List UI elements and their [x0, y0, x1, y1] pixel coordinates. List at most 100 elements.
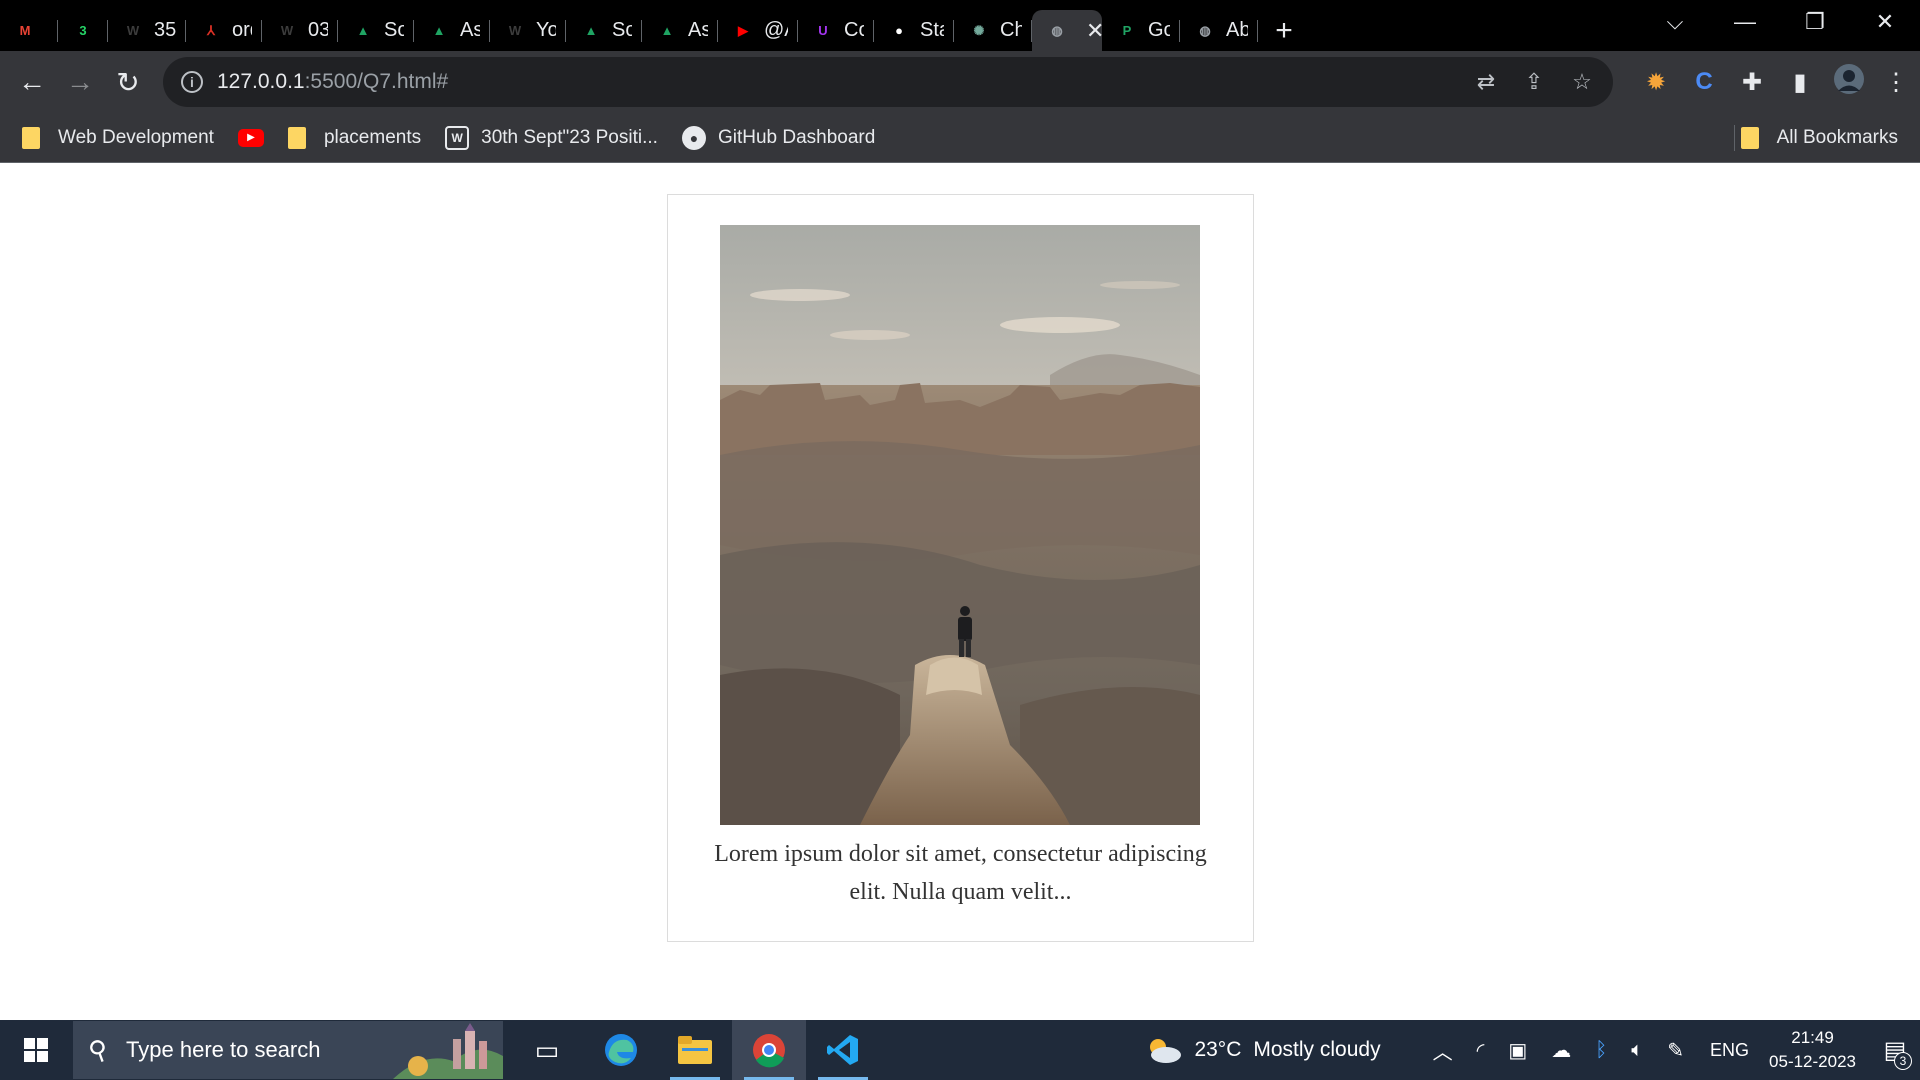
- tab-search-chevron-icon[interactable]: ⌵: [1640, 0, 1710, 44]
- folder-icon: [1740, 127, 1759, 149]
- bookmark-web-development[interactable]: Web Development: [22, 126, 214, 149]
- translate-icon[interactable]: ⇄: [1473, 69, 1499, 95]
- bookmark-github-dashboard[interactable]: ● GitHub Dashboard: [681, 125, 875, 150]
- browser-tab[interactable]: ▲ Sol: [566, 10, 642, 51]
- clock-date: 05-12-2023: [1769, 1052, 1856, 1071]
- address-bar[interactable]: i 127.0.0.1:5500/Q7.html# ⇄ ⇪ ☆: [163, 57, 1613, 107]
- bluetooth-icon[interactable]: ᛒ: [1595, 1039, 1607, 1062]
- bookmark-divider: [1734, 125, 1735, 151]
- weather-temperature: 23°C: [1194, 1038, 1242, 1061]
- image-card: Lorem ipsum dolor sit amet, consectetur …: [667, 194, 1254, 942]
- volume-icon[interactable]: 🔈︎: [1631, 1039, 1643, 1062]
- browser-tab[interactable]: P Goo: [1102, 10, 1180, 51]
- file-explorer-icon[interactable]: [658, 1020, 732, 1080]
- tab-title: Sol: [384, 19, 404, 41]
- task-view-icon[interactable]: ▭: [510, 1020, 584, 1080]
- bookmark-placements[interactable]: placements: [287, 126, 421, 149]
- forward-button[interactable]: →: [56, 58, 104, 106]
- tab-title: Assi: [460, 19, 480, 41]
- browser-tab[interactable]: ◍ ✕: [1032, 10, 1102, 51]
- share-icon[interactable]: ⇪: [1521, 69, 1547, 95]
- browser-tab[interactable]: ● Star: [874, 10, 954, 51]
- vscode-icon[interactable]: [806, 1020, 880, 1080]
- tab-title: Star: [920, 19, 944, 41]
- tab-title: Cou: [844, 19, 864, 41]
- site-info-icon[interactable]: i: [181, 71, 203, 93]
- search-placeholder: Type here to search: [126, 1037, 321, 1062]
- browser-tab[interactable]: W 03rc: [262, 10, 338, 51]
- wordpress-icon: W: [508, 23, 522, 38]
- start-button[interactable]: [0, 1020, 72, 1080]
- restore-button[interactable]: ❐: [1780, 0, 1850, 44]
- wordpress-icon: W: [126, 23, 140, 38]
- weather-condition: Mostly cloudy: [1253, 1038, 1381, 1061]
- browser-tab[interactable]: U Cou: [798, 10, 874, 51]
- menu-kebab-icon[interactable]: ⋮: [1882, 68, 1910, 97]
- back-button[interactable]: ←: [8, 58, 56, 106]
- all-bookmarks[interactable]: All Bookmarks: [1740, 113, 1898, 163]
- extension-c-icon[interactable]: C: [1690, 68, 1718, 96]
- browser-tab[interactable]: ▶ @A: [718, 10, 798, 51]
- globe-icon: ◍: [1051, 22, 1063, 38]
- tab-title: Abo: [1226, 19, 1248, 41]
- browser-tab[interactable]: ✺ Cha: [954, 10, 1032, 51]
- chrome-icon[interactable]: [732, 1020, 806, 1080]
- browser-tab[interactable]: ▲ Assi: [642, 10, 718, 51]
- browser-tab[interactable]: 3: [58, 10, 108, 51]
- youtube-icon: ▶: [237, 128, 264, 147]
- edge-browser-icon[interactable]: [584, 1020, 658, 1080]
- browser-toolbar: ← → ↻ i 127.0.0.1:5500/Q7.html# ⇄ ⇪ ☆ ✹ …: [0, 51, 1920, 113]
- browser-tab[interactable]: ◍ Abo: [1180, 10, 1258, 51]
- extensions-puzzle-icon[interactable]: ✚: [1738, 68, 1766, 97]
- clock-time: 21:49: [1791, 1028, 1834, 1047]
- window-controls: ⌵ — ❐ ✕: [1640, 0, 1920, 51]
- chatgpt-icon: ✺: [973, 22, 985, 38]
- google-drive-icon: ▲: [584, 23, 598, 38]
- minimize-button[interactable]: —: [1710, 0, 1780, 44]
- google-drive-icon: ▲: [660, 23, 674, 38]
- tab-title: 350: [154, 19, 176, 41]
- bookmark-positions[interactable]: W 30th Sept"23 Positi...: [445, 125, 658, 150]
- taskbar-search-box[interactable]: ⚲ Type here to search: [73, 1021, 503, 1079]
- wordpress-icon: W: [280, 23, 294, 38]
- windows-logo-icon: [24, 1038, 48, 1062]
- pen-icon[interactable]: ✎: [1667, 1038, 1684, 1063]
- gmail-icon: M: [19, 23, 31, 38]
- pdf-icon: ⅄: [207, 22, 215, 38]
- browser-tab[interactable]: W You: [490, 10, 566, 51]
- browser-tab[interactable]: ▲ Assi: [414, 10, 490, 51]
- browser-tab[interactable]: ⅄ orde: [186, 10, 262, 51]
- windows-taskbar: ⚲ Type here to search ▭ 23°C Mostly clou…: [0, 1020, 1920, 1080]
- show-hidden-icons-chevron-icon[interactable]: ︿: [1433, 1036, 1453, 1065]
- browser-tab[interactable]: M: [0, 10, 58, 51]
- notification-center-button[interactable]: ▤ 3: [1870, 1020, 1920, 1080]
- whatsapp-icon: 3: [79, 23, 87, 38]
- browser-tab[interactable]: ▲ Sol: [338, 10, 414, 51]
- page-viewport: Lorem ipsum dolor sit amet, consectetur …: [0, 164, 1920, 1020]
- wifi-icon[interactable]: ◜: [1477, 1038, 1485, 1063]
- tab-title: @A: [764, 19, 788, 41]
- profile-avatar[interactable]: [1834, 63, 1864, 101]
- bookmark-star-icon[interactable]: ☆: [1569, 69, 1595, 95]
- tab-title: orde: [232, 19, 252, 41]
- tab-title: 03rc: [308, 19, 328, 41]
- folder-icon: [287, 126, 306, 149]
- browser-tab[interactable]: W 350: [108, 10, 186, 51]
- side-panel-icon[interactable]: ▮: [1786, 68, 1814, 97]
- close-tab-icon[interactable]: ✕: [1086, 18, 1102, 44]
- tab-strip: M 3 W 350 ⅄ orde W 03rc ▲ Sol ▲ Assi W You ▲ Sol ▲ Assi ▶ @…: [0, 0, 1920, 51]
- extension-icon[interactable]: ✹: [1642, 68, 1670, 97]
- weather-widget[interactable]: 23°C Mostly cloudy: [1144, 1037, 1381, 1063]
- reload-button[interactable]: ↻: [104, 58, 152, 106]
- new-tab-button[interactable]: +: [1258, 10, 1310, 51]
- language-indicator[interactable]: ENG: [1710, 1040, 1749, 1061]
- bookmark-youtube[interactable]: ▶: [237, 128, 264, 147]
- system-tray: 23°C Mostly cloudy ︿ ◜ ▣ ☁ ᛒ 🔈︎ ✎ ENG 21…: [1144, 1020, 1920, 1080]
- image-caption: Lorem ipsum dolor sit amet, consectetur …: [714, 841, 1207, 905]
- google-drive-icon: ▲: [432, 23, 446, 38]
- close-window-button[interactable]: ✕: [1850, 0, 1920, 44]
- tab-title: Sol: [612, 19, 632, 41]
- onedrive-icon[interactable]: ☁: [1551, 1038, 1571, 1063]
- clock[interactable]: 21:49 05-12-2023: [1769, 1026, 1856, 1074]
- meet-icon[interactable]: ▣: [1508, 1038, 1527, 1063]
